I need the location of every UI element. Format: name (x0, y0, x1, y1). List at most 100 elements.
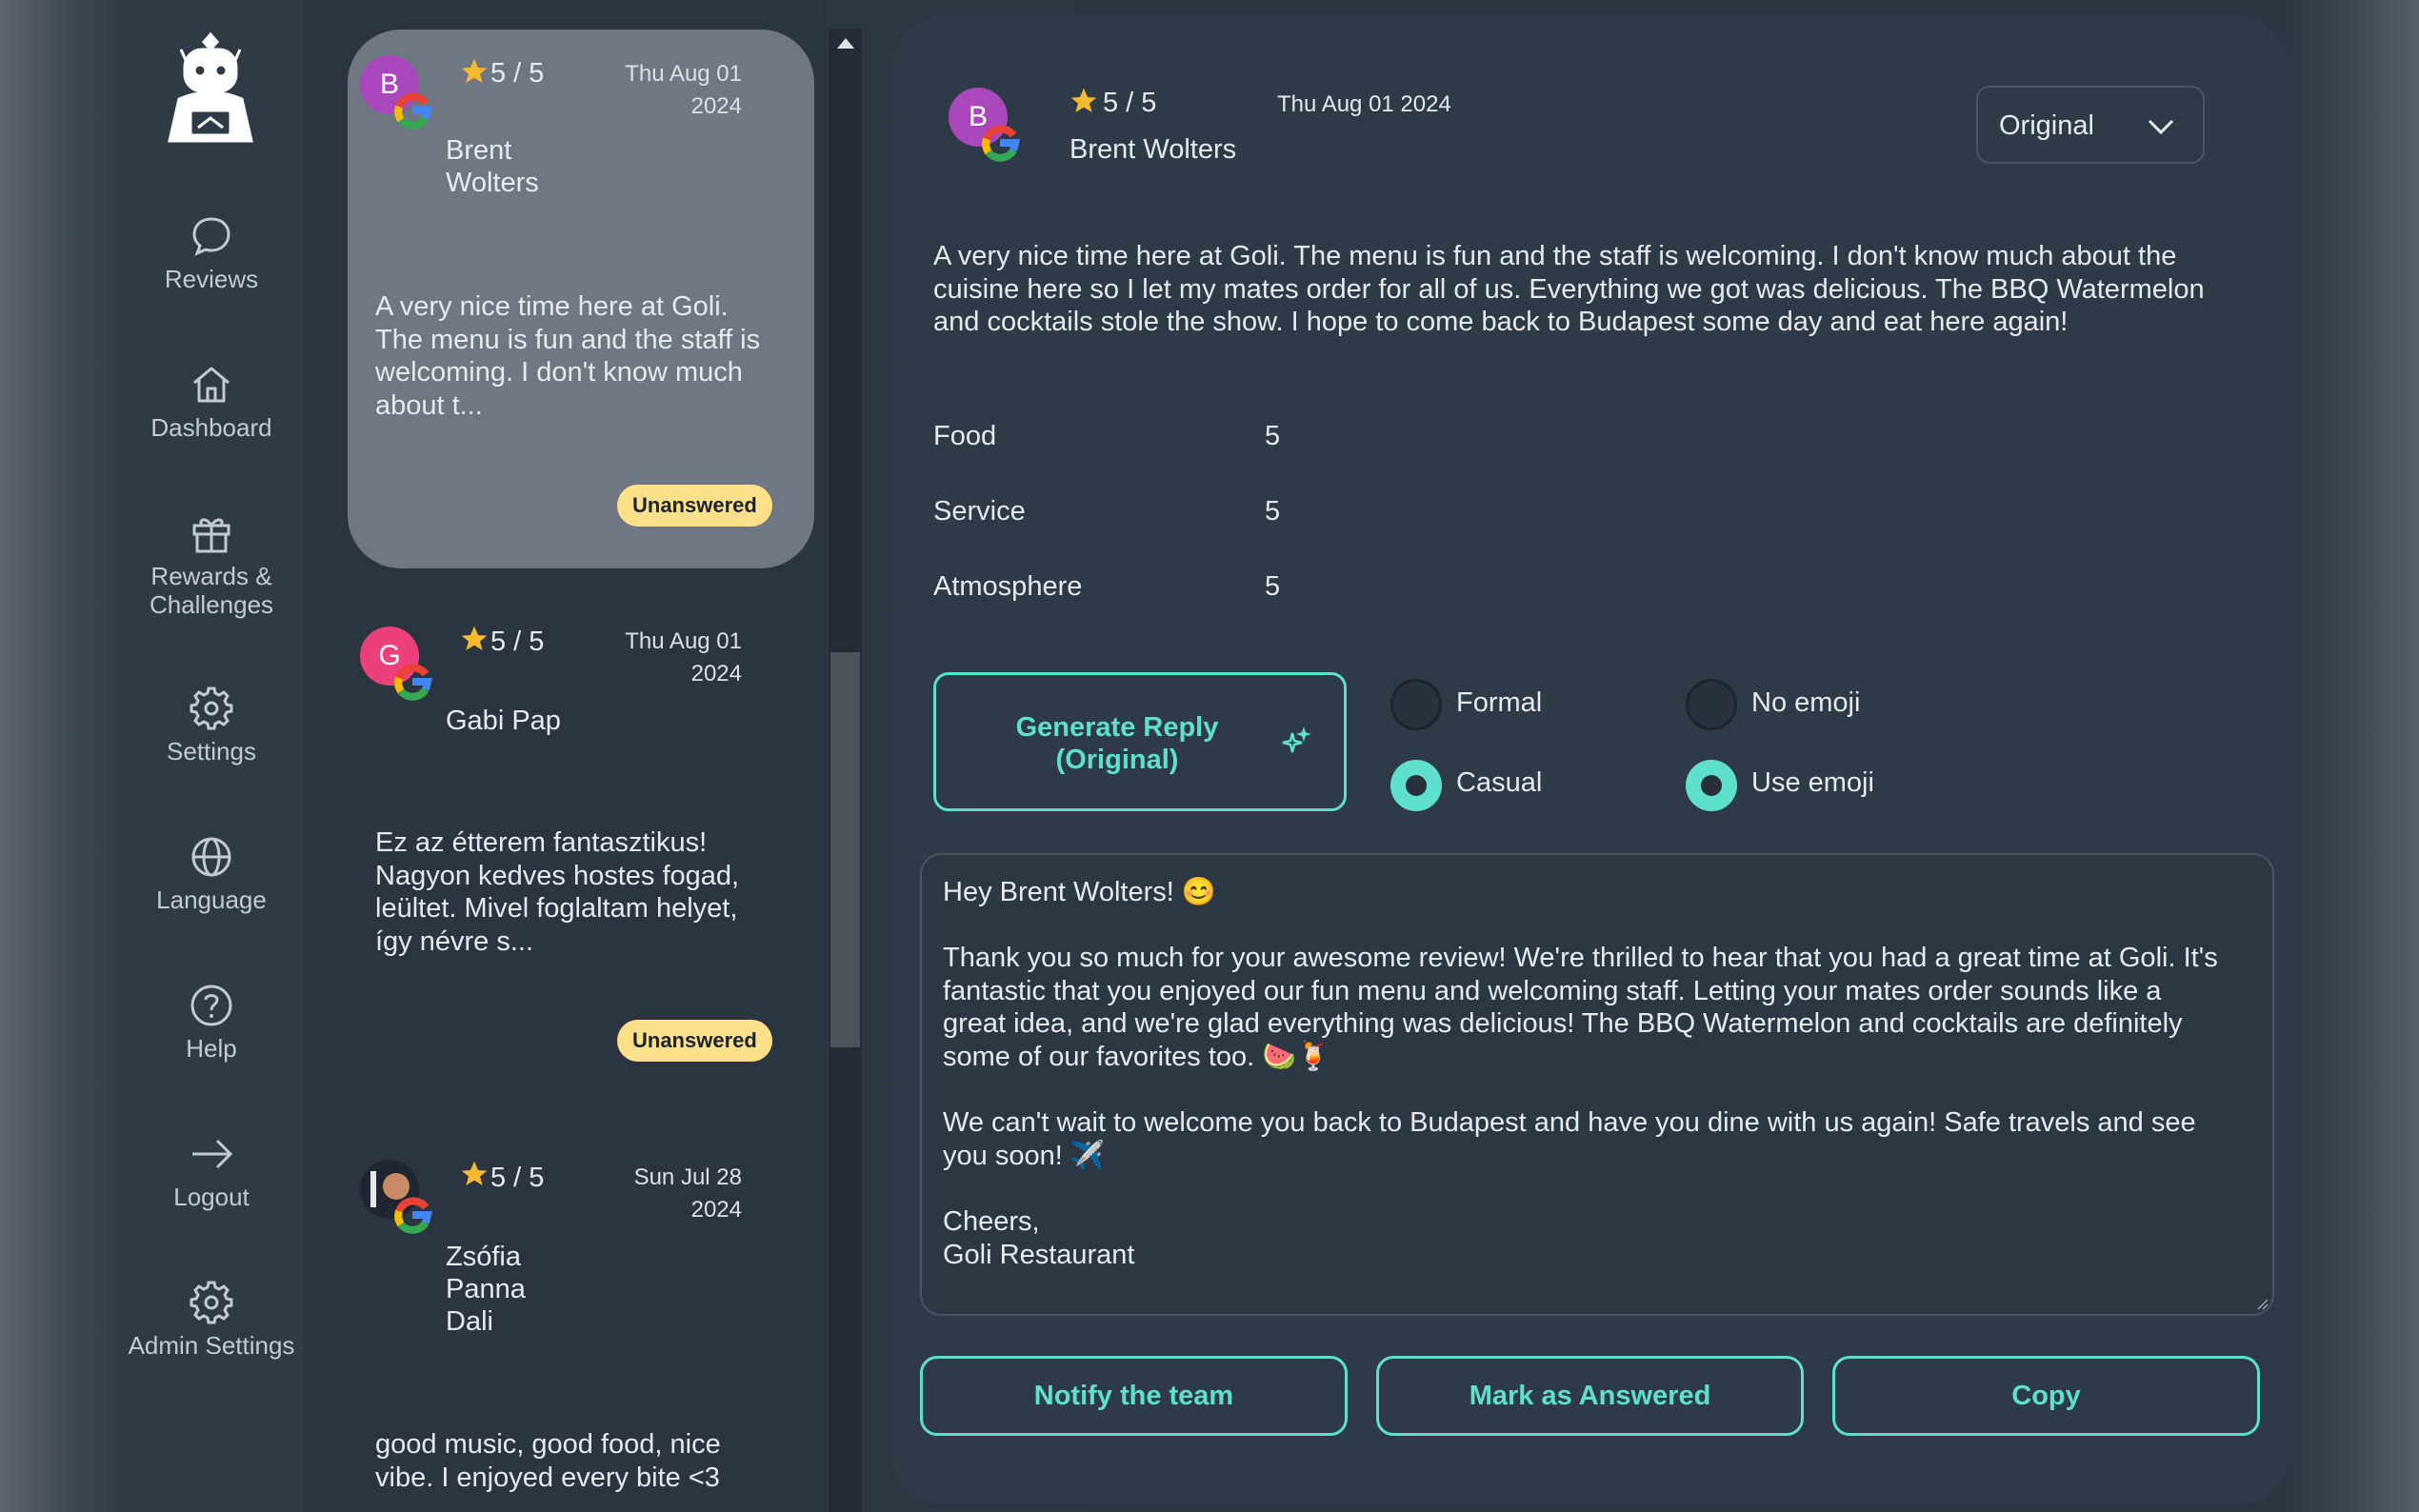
review-date: Thu Aug 01 2024 (567, 58, 742, 123)
scrollbar-thumb[interactable] (830, 652, 860, 1047)
author-line: Dali (446, 1306, 493, 1337)
review-detail-panel: B 5 / 5 Thu Aug 01 2024 Brent Wolters Or… (891, 15, 2289, 1505)
star-icon (461, 626, 488, 650)
nav-rewards[interactable]: Rewards & Challenges (119, 510, 304, 619)
reply-text[interactable]: Hey Brent Wolters! 😊 Thank you so much f… (943, 876, 2257, 1271)
radio-casual[interactable] (1390, 760, 1442, 811)
gear-icon (190, 686, 233, 730)
language-select[interactable]: Original (1976, 86, 2205, 164)
nav-admin-settings[interactable]: Admin Settings (119, 1280, 304, 1360)
review-date: Thu Aug 01 2024 (1277, 91, 1451, 117)
date-line: 2024 (690, 661, 742, 686)
status-badge: Unanswered (617, 1020, 772, 1062)
date-line: Thu Aug 01 (625, 628, 742, 654)
criterion-label: Service (933, 496, 1026, 527)
author-line: Brent (446, 135, 512, 166)
review-card[interactable]: B 5 / 5 Thu Aug 01 2024 Brent Wolters A … (348, 30, 814, 568)
scroll-up-icon[interactable] (837, 38, 854, 49)
globe-icon (191, 837, 231, 877)
google-icon (394, 664, 433, 701)
date-line: Thu Aug 01 (625, 61, 742, 87)
sidebar: Reviews Dashboard Rewards & Challenges S… (119, 0, 304, 1512)
reply-textarea[interactable]: Hey Brent Wolters! 😊 Thank you so much f… (920, 853, 2274, 1316)
radio-formal-label: Formal (1456, 687, 1543, 718)
nav-dashboard[interactable]: Dashboard (119, 362, 304, 442)
date-line: Sun Jul 28 (633, 1164, 742, 1190)
author-line: Zsófia (446, 1242, 521, 1272)
button-label: Generate Reply (Original) (974, 711, 1260, 776)
author-line: Wolters (446, 168, 539, 198)
nav-label: Logout (173, 1183, 250, 1211)
rating: 5 / 5 (490, 58, 545, 89)
mark-answered-button[interactable]: Mark as Answered (1376, 1356, 1804, 1436)
nav-label: Language (156, 885, 267, 914)
notify-team-button[interactable]: Notify the team (920, 1356, 1348, 1436)
radio-casual-label: Casual (1456, 767, 1543, 798)
review-line: cuisine here so I let my mates order for… (933, 273, 2205, 305)
criterion-label: Food (933, 421, 997, 451)
excerpt-line: Nagyon kedves hostes fogad, (375, 860, 740, 891)
author-name: Brent Wolters (1070, 134, 1237, 165)
nav-label: Reviews (164, 265, 259, 293)
status-badge: Unanswered (617, 485, 772, 527)
button-label-line: Generate Reply (1015, 712, 1219, 743)
google-icon (394, 1197, 433, 1234)
author-name: Gabi Pap (446, 705, 561, 737)
review-date: Thu Aug 01 2024 (567, 626, 742, 690)
author-name: Brent Wolters (446, 134, 539, 199)
star-icon (461, 1161, 488, 1185)
criterion-score: 5 (1265, 421, 1281, 451)
review-card[interactable]: G 5 / 5 Thu Aug 01 2024 Gabi Pap Ez az é… (348, 598, 814, 1084)
nav-label: Admin Settings (128, 1331, 295, 1360)
copy-button[interactable]: Copy (1832, 1356, 2260, 1436)
excerpt-line: about t... (375, 389, 483, 421)
review-line: A very nice time here at Goli. The menu … (933, 241, 2177, 271)
rating: 5 / 5 (1103, 88, 1157, 118)
radio-use-emoji[interactable] (1686, 760, 1737, 811)
nav-language[interactable]: Language (119, 834, 304, 914)
radio-use-emoji-label: Use emoji (1751, 767, 1874, 798)
chat-bubble-icon (192, 217, 230, 256)
home-icon (193, 367, 230, 403)
review-date: Sun Jul 28 2024 (567, 1162, 742, 1226)
rating: 5 / 5 (490, 627, 545, 657)
nav-label: Help (186, 1034, 237, 1063)
excerpt-line: A very nice time here at Goli. (375, 291, 729, 322)
criterion-label: Atmosphere (933, 571, 1083, 602)
nav-label: Dashboard (150, 413, 272, 442)
nav-label-2: Challenges (149, 590, 274, 619)
nav-label: Rewards & (150, 562, 272, 590)
robot-logo-icon (168, 31, 253, 143)
gift-icon (192, 518, 230, 553)
review-excerpt: good music, good food, nice vibe. I enjo… (375, 1428, 721, 1494)
select-value: Original (1999, 110, 2094, 141)
nav-settings[interactable]: Settings (119, 686, 304, 766)
nav-reviews[interactable]: Reviews (119, 213, 304, 293)
date-line: 2024 (690, 93, 742, 119)
star-icon (461, 58, 488, 83)
button-label-line: (Original) (1055, 745, 1179, 775)
review-list: B 5 / 5 Thu Aug 01 2024 Brent Wolters A … (304, 0, 828, 1512)
nav-help[interactable]: Help (119, 983, 304, 1063)
google-icon (982, 125, 1021, 162)
generate-reply-button[interactable]: Generate Reply (Original) (933, 672, 1347, 811)
radio-formal[interactable] (1390, 679, 1442, 730)
radio-no-emoji[interactable] (1686, 679, 1737, 730)
radio-no-emoji-label: No emoji (1751, 687, 1861, 718)
sparkle-icon (1282, 727, 1311, 753)
resize-handle-icon[interactable] (2255, 1297, 2269, 1310)
excerpt-line: The menu is fun and the staff is (375, 324, 761, 355)
review-excerpt: Ez az étterem fantasztikus! Nagyon kedve… (375, 826, 739, 958)
author-line: Gabi Pap (446, 706, 561, 736)
excerpt-line: így névre s... (375, 925, 534, 957)
author-line: Panna (446, 1274, 526, 1304)
excerpt-line: Ez az étterem fantasztikus! (375, 827, 708, 858)
gear-icon (190, 1281, 233, 1324)
nav-logout[interactable]: Logout (119, 1131, 304, 1211)
excerpt-line: good music, good food, nice (375, 1429, 721, 1460)
excerpt-line: welcoming. I don't know much (375, 357, 743, 388)
google-icon (394, 92, 433, 129)
nav-label: Settings (167, 737, 256, 766)
review-card[interactable]: 5 / 5 Sun Jul 28 2024 Zsófia Panna Dali … (348, 1131, 814, 1512)
rating: 5 / 5 (490, 1163, 545, 1193)
